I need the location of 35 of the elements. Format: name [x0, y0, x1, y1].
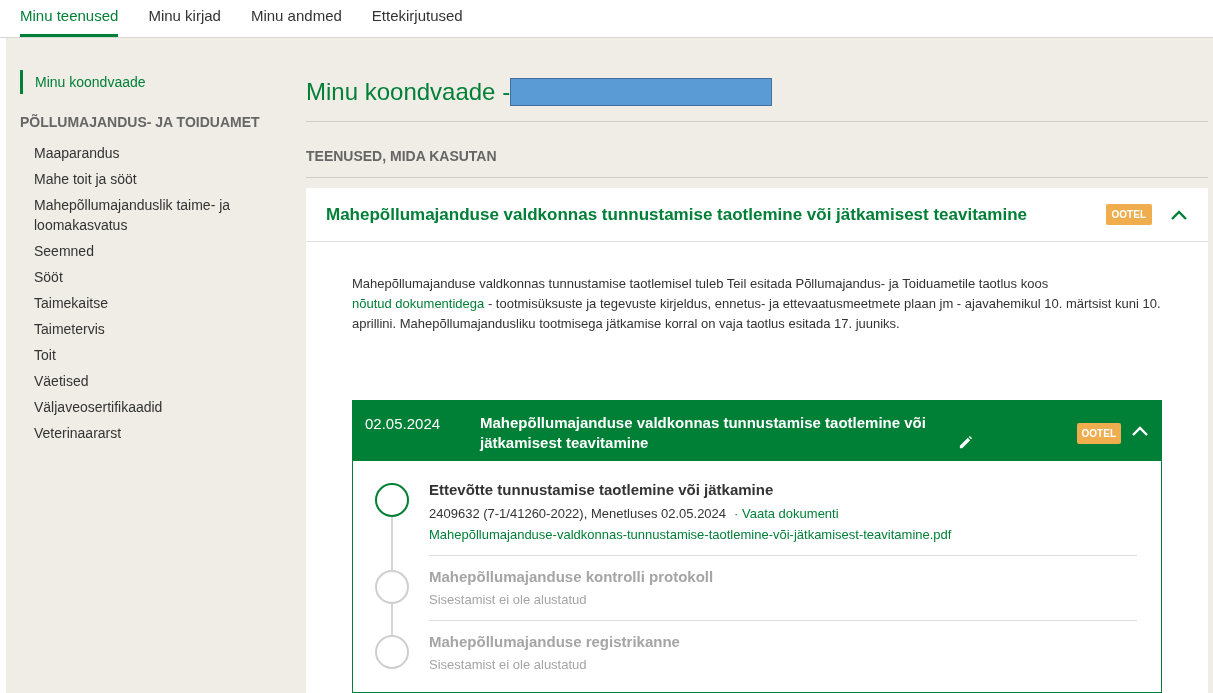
service-description: Mahepõllumajanduse valdkonnas tunnustamise taotlemisel tuleb Teil esitada Põllumajandus- ja Toiduametile taotlus koos nõutud dokumentidega - tootmisüksuste ja tegevuste kirjeldus, ennetus- ja ettevaatusmeetmete plaan jm - ajavahemikul 10. märtsist kuni 10. aprillini. Mahepõllumajandusliku tootmisega jätkamise korral on vaja taotlus esitada 17. juuniks. [352, 275, 1162, 333]
documents-link[interactable]: nõutud dokumentidega [352, 296, 485, 311]
nav-tab[interactable]: Ettekirjutused [371, 4, 463, 37]
step-detail: 2409632 (7-1/41260-2022), Menetluses 02.05.2024 [429, 505, 727, 521]
step-title: Ettevõtte tunnustamise taotlemine või jätkamine [429, 480, 775, 500]
sidebar-item[interactable]: Mahe toit ja sööt [20, 169, 286, 189]
file-link[interactable]: Mahepõllumajanduse-valdkonnas-tunnustamise-taotlemine-või-jätkamisest-teavitamine.pdf [429, 525, 1137, 545]
sidebar-item[interactable]: Minu koondvaade [20, 70, 306, 94]
page-title: Minu koondvaade - [306, 76, 511, 107]
sidebar-item[interactable]: Seemned [20, 241, 286, 261]
sidebar-item[interactable]: Väljaveosertifikaadid [20, 397, 286, 417]
pencil-icon[interactable] [958, 435, 973, 450]
status-badge: OOTEL [1076, 423, 1121, 444]
status-badge: OOTEL [1105, 204, 1152, 225]
step-title: Mahepõllumajanduse kontrolli protokoll [429, 566, 715, 587]
chevron-up-icon[interactable] [1170, 208, 1188, 221]
sidebar-item[interactable]: Veterinaararst [20, 423, 286, 443]
sidebar-item[interactable]: Toit [20, 345, 286, 365]
section-heading: TEENUSED, MIDA KASUTAN [306, 122, 1208, 178]
sidebar-item[interactable]: Maaparandus [20, 143, 286, 163]
application-title: Mahepõllumajanduse valdkonnas tunnustamise taotlemine või jätkamisest teavitamine [480, 413, 927, 453]
sidebar-item[interactable]: Taimetervis [20, 319, 286, 339]
sidebar-item[interactable]: Mahepõllumajanduslik taime- ja loomakasvatus [20, 195, 286, 235]
application-date: 02.05.2024 [365, 414, 442, 434]
service-title[interactable]: Mahepõllumajanduse valdkonnas tunnustamise taotlemine või jätkamisest teavitamine [326, 201, 1106, 228]
nav-tab[interactable]: Minu kirjad [148, 4, 221, 37]
sidebar-item[interactable]: Sööt [20, 267, 286, 287]
step-detail: Sisestamist ei ole alustatud [429, 592, 587, 607]
sidebar-section-title: PÕLLUMAJANDUS- JA TOIDUAMET [20, 113, 261, 132]
document-link[interactable]: · Vaata dokumenti [734, 505, 839, 521]
nav-tab[interactable]: Minu andmed [250, 4, 342, 37]
step-detail: Sisestamist ei ole alustatud [429, 657, 587, 672]
step-title: Mahepõllumajanduse registrikanne [429, 631, 681, 652]
sidebar-item[interactable]: Taimekaitse [20, 293, 286, 313]
sidebar-item[interactable]: Väetised [20, 371, 286, 391]
